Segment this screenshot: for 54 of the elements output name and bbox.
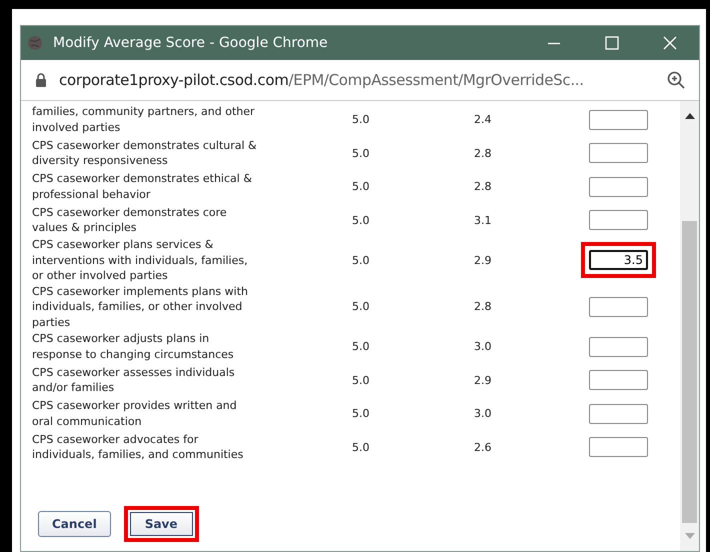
- score-input[interactable]: [589, 404, 648, 424]
- competency-text: CPS caseworker assesses individuals and/or families: [32, 364, 236, 396]
- score-input[interactable]: [589, 176, 648, 197]
- max-score: 5.0: [352, 214, 370, 227]
- max-score: 5.0: [352, 113, 370, 126]
- max-score: 5.0: [352, 146, 370, 160]
- score-input[interactable]: [589, 143, 648, 164]
- score-input[interactable]: 3.5: [589, 250, 648, 270]
- competency-text: CPS caseworker implements plans with individuals, families, or other involved parties: [32, 284, 249, 330]
- max-score: 5.0: [352, 180, 370, 194]
- score-input[interactable]: [589, 437, 648, 458]
- average-score: 2.8: [474, 146, 492, 160]
- average-score: 3.0: [474, 407, 492, 420]
- competency-text: CPS caseworker demonstrates ethical & professional behavior: [32, 171, 253, 202]
- max-score: 5.0: [352, 300, 370, 314]
- scroll-up-icon[interactable]: [684, 113, 694, 119]
- competency-text: families, community partners, and other involved parties: [32, 104, 256, 136]
- max-score: 5.0: [352, 440, 370, 454]
- average-score: 2.9: [474, 254, 492, 267]
- competency-text: CPS caseworker demonstrates cultural & diversity responsiveness: [32, 138, 258, 169]
- average-score: 2.6: [474, 440, 492, 454]
- max-score: 5.0: [352, 374, 370, 387]
- average-score: 2.9: [474, 374, 492, 387]
- window-title: Modify Average Score - Google Chrome: [53, 35, 329, 51]
- zoom-icon[interactable]: [667, 71, 685, 89]
- score-input[interactable]: [589, 336, 648, 357]
- average-score: 2.4: [474, 113, 492, 126]
- score-input[interactable]: [589, 110, 648, 130]
- score-input[interactable]: [589, 296, 648, 317]
- competency-text: CPS caseworker demonstrates core values & principles: [32, 204, 228, 236]
- average-score: 3.0: [474, 340, 492, 354]
- close-icon[interactable]: [663, 36, 677, 50]
- average-score: 2.8: [474, 300, 492, 314]
- score-input[interactable]: [589, 370, 648, 390]
- maximize-icon[interactable]: [605, 36, 619, 50]
- max-score: 5.0: [352, 407, 370, 420]
- competency-text: CPS caseworker adjusts plans in response to changing circumstances: [32, 331, 235, 362]
- competency-text: CPS caseworker advocates for individuals, families, and communities: [32, 432, 244, 463]
- score-input[interactable]: [589, 210, 648, 230]
- scroll-down-icon[interactable]: [684, 533, 694, 539]
- scroll-thumb[interactable]: [682, 220, 697, 523]
- url-text: corporate1proxy-pilot.csod.com/EPM/CompAssessment/MgrOverrideSc...: [59, 71, 585, 89]
- scrollbar[interactable]: [680, 101, 699, 551]
- average-score: 3.1: [474, 214, 492, 227]
- save-button[interactable]: Save: [130, 512, 193, 536]
- average-score: 2.8: [474, 180, 492, 194]
- max-score: 5.0: [352, 254, 370, 267]
- cancel-button[interactable]: Cancel: [38, 511, 111, 537]
- globe-icon: [27, 35, 43, 51]
- competency-text: CPS caseworker plans services & interventions with individuals, families, or other involved parties: [32, 237, 249, 284]
- competency-text: CPS caseworker provides written and oral communication: [32, 398, 238, 430]
- lock-icon: [35, 73, 47, 87]
- max-score: 5.0: [352, 340, 370, 354]
- address-bar[interactable]: corporate1proxy-pilot.csod.com/EPM/CompAssessment/MgrOverrideSc...: [21, 60, 699, 101]
